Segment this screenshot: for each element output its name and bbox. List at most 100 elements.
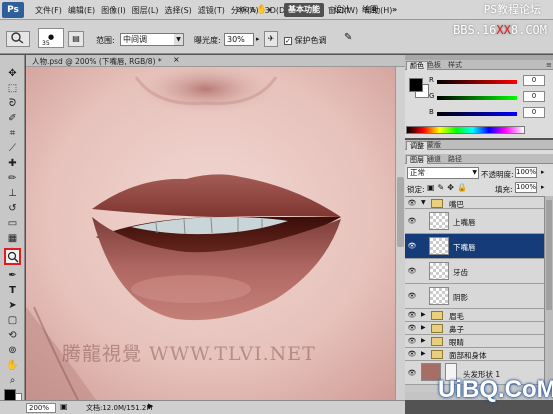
- layer-row[interactable]: 👁 ▶ 眉毛: [405, 309, 544, 322]
- clone-stamp-tool-icon[interactable]: ⊥: [4, 187, 21, 201]
- layer-row[interactable]: 👁 阴影: [405, 284, 544, 309]
- path-selection-tool-icon[interactable]: ➤: [4, 299, 21, 313]
- layer-row[interactable]: 👁 下嘴唇: [405, 234, 544, 259]
- arrange-documents-button[interactable]: ▾: [268, 4, 272, 16]
- menu-item[interactable]: 选择(S): [161, 5, 194, 16]
- brush-picker[interactable]: 35 ●: [38, 28, 64, 48]
- menu-item[interactable]: 图像(I): [98, 5, 129, 16]
- visibility-eye-icon[interactable]: 👁: [407, 323, 417, 333]
- blend-mode-select[interactable]: 正常 ▼: [407, 167, 479, 179]
- expand-right-icon[interactable]: ▶: [421, 337, 426, 345]
- tool-preset-picker[interactable]: [6, 31, 30, 47]
- blue-track[interactable]: [437, 112, 517, 116]
- visibility-eye-icon[interactable]: 👁: [407, 291, 417, 301]
- expand-right-icon[interactable]: ▶: [421, 350, 426, 358]
- quick-select-tool-icon[interactable]: ✐: [4, 112, 21, 126]
- foreground-color-swatch[interactable]: [4, 389, 16, 401]
- visibility-eye-icon[interactable]: 👁: [407, 266, 417, 276]
- color-spectrum-ramp[interactable]: [406, 126, 525, 134]
- range-select[interactable]: 中间调 ▼: [120, 33, 184, 46]
- menu-item[interactable]: 滤镜(T): [195, 5, 228, 16]
- menu-item[interactable]: 编辑(E): [65, 5, 98, 16]
- workspace-essentials-button[interactable]: 基本功能: [284, 3, 324, 17]
- layer-row[interactable]: 👁 ▶ 眼睛: [405, 335, 544, 348]
- layer-row[interactable]: 👁 ▶ 面部和身体: [405, 348, 544, 361]
- hand-tool-icon[interactable]: ✋: [256, 4, 267, 16]
- visibility-eye-icon[interactable]: 👁: [407, 310, 417, 320]
- move-tool-icon[interactable]: ✥: [4, 67, 21, 81]
- lasso-tool-icon[interactable]: ᘐ: [4, 97, 21, 111]
- close-icon[interactable]: ×: [173, 55, 180, 64]
- workspace-more-button[interactable]: »: [388, 3, 401, 17]
- zoom-tool-icon[interactable]: ⌕: [4, 374, 21, 388]
- fill-field[interactable]: 100%: [515, 182, 537, 193]
- zoom-level-dropdown[interactable]: 200%: [236, 4, 256, 16]
- panel-menu-icon[interactable]: ≡: [543, 61, 553, 70]
- tab-styles[interactable]: 样式: [445, 61, 465, 70]
- blue-slider[interactable]: B 0: [427, 107, 551, 120]
- green-slider[interactable]: G 0: [427, 91, 551, 104]
- hand-tool-icon[interactable]: ✋: [4, 359, 21, 373]
- opacity-stepper-icon[interactable]: ▸: [541, 168, 545, 176]
- menu-item[interactable]: 文件(F): [32, 5, 65, 16]
- expand-right-icon[interactable]: ▶: [421, 311, 426, 319]
- visibility-eye-icon[interactable]: 👁: [407, 241, 417, 251]
- menu-item[interactable]: 图层(L): [129, 5, 162, 16]
- tab-paths[interactable]: 路径: [445, 155, 465, 164]
- tablet-pressure-icon[interactable]: ✎: [344, 32, 352, 43]
- expand-right-icon[interactable]: ▶: [421, 324, 426, 332]
- green-value[interactable]: 0: [523, 91, 545, 102]
- 3d-orbit-tool-icon[interactable]: ⊚: [4, 344, 21, 358]
- red-slider[interactable]: R 0: [427, 75, 551, 88]
- type-tool-icon[interactable]: T: [4, 284, 21, 298]
- scrollbar-thumb[interactable]: [397, 177, 404, 247]
- canvas-vertical-scrollbar[interactable]: [395, 67, 405, 400]
- red-value[interactable]: 0: [523, 75, 545, 86]
- visibility-eye-icon[interactable]: 👁: [407, 216, 417, 226]
- scrollbar-thumb[interactable]: [546, 200, 552, 310]
- tab-channels[interactable]: 通道: [424, 155, 444, 164]
- document-canvas[interactable]: 腾龍視覺 WWW.TLVI.NET: [26, 67, 395, 400]
- visibility-eye-icon[interactable]: 👁: [407, 349, 417, 359]
- eraser-tool-icon[interactable]: ▭: [4, 217, 21, 231]
- lock-options-icons[interactable]: ▣✎✥🔒: [427, 183, 470, 192]
- crop-tool-icon[interactable]: ⌗: [4, 127, 21, 141]
- gradient-tool-icon[interactable]: ▦: [4, 232, 21, 246]
- pen-tool-icon[interactable]: ✒: [4, 269, 21, 283]
- visibility-eye-icon[interactable]: 👁: [407, 198, 417, 208]
- layer-row[interactable]: 👁 上嘴唇: [405, 209, 544, 234]
- layer-row[interactable]: 👁 ▼ 嘴巴: [405, 197, 544, 209]
- visibility-eye-icon[interactable]: 👁: [407, 368, 417, 378]
- status-menu-arrow-icon[interactable]: ▶: [148, 402, 153, 410]
- protect-tones-checkbox[interactable]: ✓ 保护色调: [284, 35, 327, 46]
- opacity-field[interactable]: 100%: [515, 167, 537, 178]
- history-brush-tool-icon[interactable]: ↺: [4, 202, 21, 216]
- zoom-field[interactable]: 200%: [26, 403, 56, 413]
- brush-tool-icon[interactable]: ✏: [4, 172, 21, 186]
- visibility-eye-icon[interactable]: 👁: [407, 336, 417, 346]
- tab-masks[interactable]: 蒙版: [424, 141, 444, 150]
- healing-brush-tool-icon[interactable]: ✚: [4, 157, 21, 171]
- marquee-tool-icon[interactable]: ⬚: [4, 82, 21, 96]
- color-panel-foreground[interactable]: [409, 78, 423, 92]
- red-track[interactable]: [437, 80, 517, 84]
- shape-tool-icon[interactable]: ▢: [4, 314, 21, 328]
- airbrush-toggle[interactable]: ✈: [264, 31, 278, 47]
- layer-row[interactable]: 👁 ▶ 鼻子: [405, 322, 544, 335]
- expand-down-icon[interactable]: ▼: [421, 199, 426, 207]
- 3d-rotate-tool-icon[interactable]: ⟲: [4, 329, 21, 343]
- workspace-design-button[interactable]: 设计: [330, 3, 354, 17]
- dodge-tool-icon[interactable]: [4, 248, 21, 265]
- exposure-field[interactable]: 30%: [224, 33, 254, 46]
- exposure-stepper-icon[interactable]: ▸: [256, 35, 260, 43]
- tab-swatches[interactable]: 色板: [424, 61, 444, 70]
- layer-list-scrollbar[interactable]: [544, 196, 553, 392]
- green-track[interactable]: [437, 96, 517, 100]
- brush-panel-toggle[interactable]: ▤: [68, 31, 84, 47]
- blue-value[interactable]: 0: [523, 107, 545, 118]
- fill-stepper-icon[interactable]: ▸: [541, 183, 545, 191]
- layer-row[interactable]: 👁 牙齿: [405, 259, 544, 284]
- eyedropper-tool-icon[interactable]: ⟋: [4, 142, 21, 156]
- workspace-painting-button[interactable]: 绘画: [358, 3, 382, 17]
- document-tab[interactable]: 人物.psd @ 200% (下嘴唇, RGB/8) * ×: [26, 55, 405, 67]
